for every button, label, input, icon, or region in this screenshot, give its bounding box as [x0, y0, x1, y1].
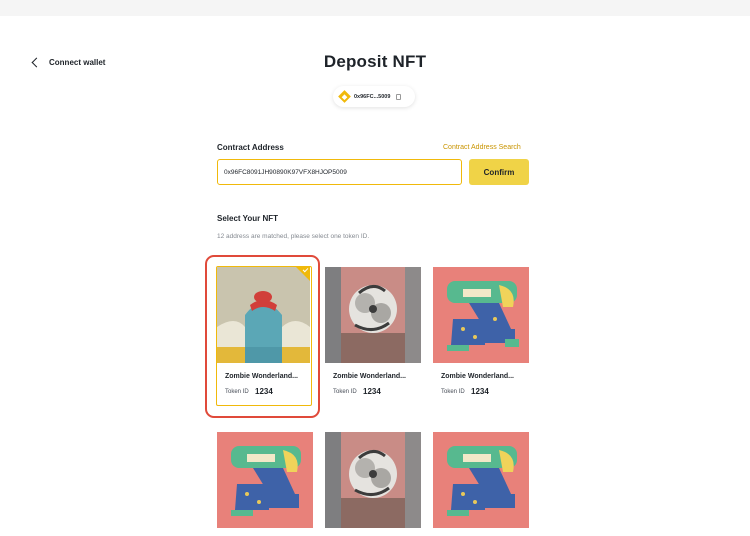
token-id-label: Token ID	[441, 389, 465, 395]
contract-address-label: Contract Address	[217, 143, 284, 152]
nft-image	[217, 432, 313, 528]
top-bar	[0, 0, 750, 16]
nft-card[interactable]	[325, 432, 421, 528]
page-title: Deposit NFT	[323, 52, 427, 71]
token-id-value: 1234	[471, 387, 489, 396]
nft-card[interactable]	[217, 432, 313, 528]
token-id-value: 1234	[255, 387, 273, 396]
nft-card[interactable]: Zombie Wonderland... Token ID 1234	[216, 266, 312, 406]
confirm-button[interactable]: Confirm	[469, 159, 529, 185]
nft-name: Zombie Wonderland...	[333, 373, 406, 380]
contract-address-search-link[interactable]: Contract Address Search	[443, 144, 521, 151]
token-id-label: Token ID	[225, 389, 249, 395]
copy-icon[interactable]	[396, 93, 402, 100]
bnb-logo-icon	[338, 90, 351, 103]
token-id-value: 1234	[363, 387, 381, 396]
match-hint: 12 address are matched, please select on…	[217, 233, 370, 240]
wallet-address-chip[interactable]: 0x96FC...5009	[333, 86, 415, 107]
nft-image	[325, 267, 421, 363]
nft-name: Zombie Wonderland...	[225, 373, 298, 380]
nft-card[interactable]: Zombie Wonderland... Token ID 1234	[325, 267, 421, 396]
nft-card[interactable]: Zombie Wonderland... Token ID 1234	[433, 267, 529, 396]
contract-address-input[interactable]	[217, 159, 462, 185]
token-id-label: Token ID	[333, 389, 357, 395]
nft-image	[433, 267, 529, 363]
nft-card[interactable]	[433, 432, 529, 528]
nft-image	[325, 432, 421, 528]
nft-image	[433, 432, 529, 528]
wallet-address: 0x96FC...5009	[354, 93, 391, 100]
nft-name: Zombie Wonderland...	[441, 373, 514, 380]
select-nft-label: Select Your NFT	[217, 214, 279, 223]
nft-image	[217, 267, 310, 363]
